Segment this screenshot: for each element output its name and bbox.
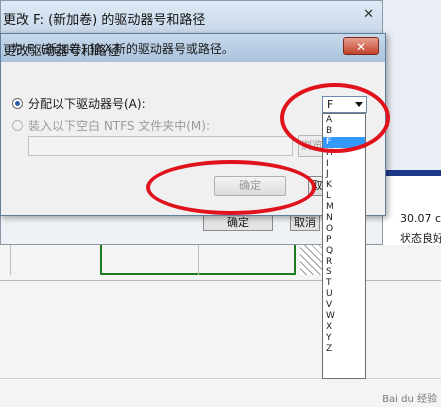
drive-letter-option[interactable]: P bbox=[326, 235, 365, 246]
outer-window-title: 更改 F: (新加卷) 的驱动器号和路径 bbox=[3, 13, 206, 28]
disk-status-text: 状态良好 bbox=[400, 232, 441, 245]
disk-column-divider bbox=[198, 245, 199, 275]
assign-letter-radio[interactable] bbox=[12, 98, 23, 109]
watermark: Bai du 经验 bbox=[382, 394, 437, 405]
drive-letter-option[interactable]: O bbox=[326, 224, 365, 235]
close-icon[interactable]: ✕ bbox=[363, 7, 374, 22]
drive-letter-option[interactable]: R bbox=[326, 257, 365, 268]
drive-letter-option[interactable]: W bbox=[326, 311, 365, 322]
outer-title-bar: 更改 F: (新加卷) 的驱动器号和路径 ✕ bbox=[1, 1, 382, 33]
mount-folder-radio[interactable] bbox=[12, 120, 23, 131]
drive-letter-option[interactable]: J bbox=[326, 169, 365, 180]
drive-letter-dropdown-list[interactable]: ABFHIJKLMNOPQRSTUVWXYZ bbox=[322, 113, 366, 379]
annotation-circle bbox=[280, 83, 390, 153]
drive-letter-option[interactable]: M bbox=[326, 202, 365, 213]
disk-size-text: 30.07 c bbox=[400, 212, 441, 225]
drive-letter-option[interactable]: Y bbox=[326, 333, 365, 344]
drive-letter-option[interactable]: T bbox=[326, 278, 365, 289]
close-icon[interactable]: ✕ bbox=[343, 37, 379, 55]
drive-letter-option[interactable]: I bbox=[326, 159, 365, 170]
drive-letter-option[interactable]: V bbox=[326, 300, 365, 311]
assign-letter-label[interactable]: 分配以下驱动器号(A): bbox=[28, 95, 146, 112]
drive-letter-option[interactable]: Q bbox=[326, 246, 365, 257]
row-divider bbox=[0, 280, 441, 281]
drive-letter-option[interactable]: K bbox=[326, 180, 365, 191]
drive-letter-option[interactable]: Z bbox=[326, 344, 365, 355]
row-divider bbox=[0, 378, 441, 379]
annotation-circle bbox=[146, 160, 316, 215]
drive-letter-option[interactable]: L bbox=[326, 191, 365, 202]
drive-letter-option[interactable]: N bbox=[326, 213, 365, 224]
drive-letter-option[interactable]: U bbox=[326, 289, 365, 300]
mount-folder-label: 装入以下空白 NTFS 文件夹中(M): bbox=[28, 119, 211, 133]
drive-letter-option[interactable]: S bbox=[326, 267, 365, 278]
dialog-prompt: 为 F: (新加卷) 输入新的驱动器号或路径。 bbox=[11, 42, 234, 56]
disk-column-divider bbox=[10, 245, 11, 275]
folder-path-input[interactable] bbox=[28, 136, 293, 156]
drive-letter-option[interactable]: X bbox=[326, 322, 365, 333]
